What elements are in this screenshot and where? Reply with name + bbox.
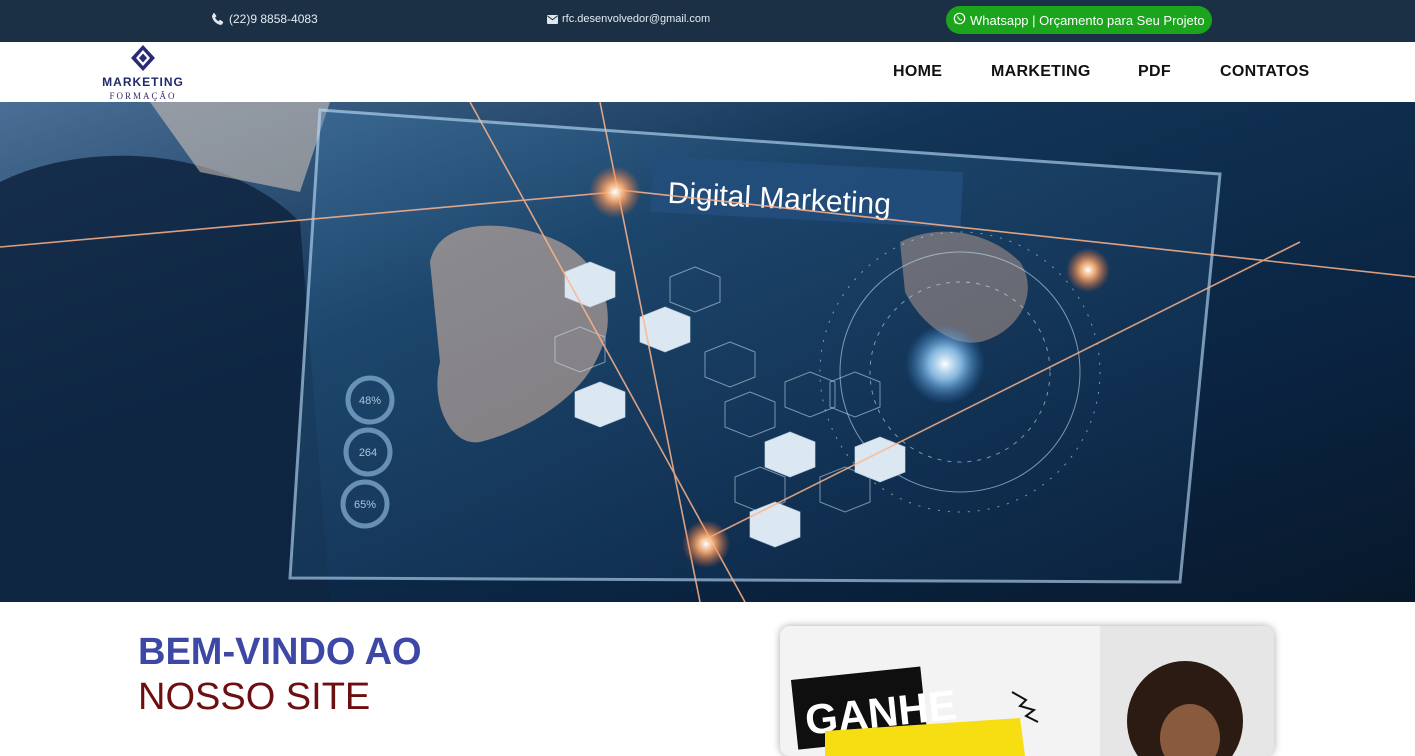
phone-number: (22)9 8858-4083 [229,12,318,26]
whatsapp-icon [953,12,966,28]
welcome-line-1: BEM-VINDO AO [138,631,422,673]
brand-name: MARKETING [102,75,184,89]
brand-tagline: FORMAÇÃO [109,91,177,101]
promo-image: GANHE [780,626,1274,756]
nav-home[interactable]: HOME [893,42,942,102]
promo-card[interactable]: GANHE [780,626,1274,756]
nav-pdf[interactable]: PDF [1138,42,1171,102]
phone-icon [210,12,225,27]
gauge-1-label: 48% [359,395,381,407]
welcome-heading: BEM-VINDO AO NOSSO SITE [138,630,422,720]
nav-marketing[interactable]: MARKETING [991,42,1091,102]
gauge-2-label: 264 [359,447,377,459]
diamond-logo-icon [131,45,155,71]
hero-image: Digital Marketing 48% 264 65% [0,102,1415,602]
whatsapp-label: Whatsapp | Orçamento para Seu Projeto [970,12,1205,28]
email-contact[interactable]: rfc.desenvolvedor@gmail.com [547,0,710,38]
top-contact-bar: (22)9 8858-4083 rfc.desenvolvedor@gmail.… [0,0,1415,42]
welcome-line-2: NOSSO SITE [138,676,371,718]
nav-contatos[interactable]: CONTATOS [1220,42,1310,102]
phone-contact[interactable]: (22)9 8858-4083 [210,0,318,38]
hero-banner: Digital Marketing 48% 264 65% [0,102,1415,602]
brand-logo[interactable]: MARKETING FORMAÇÃO [100,44,186,102]
main-navbar: MARKETING FORMAÇÃO HOME MARKETING PDF CO… [0,42,1415,102]
gauge-3-label: 65% [354,499,376,511]
email-address: rfc.desenvolvedor@gmail.com [562,13,711,25]
whatsapp-quote-button[interactable]: Whatsapp | Orçamento para Seu Projeto [946,6,1212,34]
envelope-icon [547,14,558,24]
